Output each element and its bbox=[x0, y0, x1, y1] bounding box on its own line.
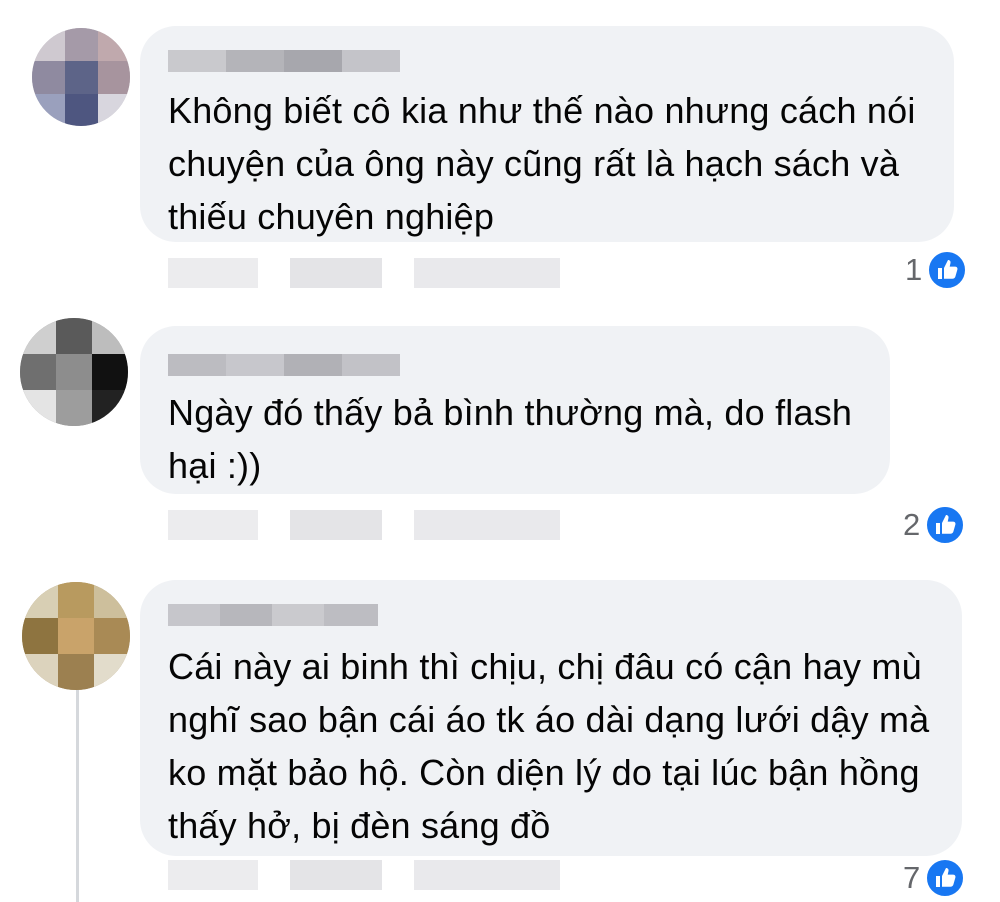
comment-text: Ngày đó thấy bả bình thường mà, do flash… bbox=[168, 392, 853, 486]
comment-actions-redacted[interactable] bbox=[168, 258, 560, 288]
like-count[interactable]: 1 bbox=[905, 250, 968, 290]
like-count[interactable]: 7 bbox=[903, 858, 966, 898]
commenter-name-redacted[interactable] bbox=[168, 354, 400, 376]
reply-thread-line bbox=[76, 690, 79, 902]
comment-actions-redacted[interactable] bbox=[168, 860, 560, 890]
comment-text: Cái này ai binh thì chịu, chị đâu có cận… bbox=[168, 646, 930, 846]
comment-actions-redacted[interactable] bbox=[168, 510, 560, 540]
comment-text: Không biết cô kia như thế nào nhưng cách… bbox=[168, 90, 916, 237]
commenter-name-redacted[interactable] bbox=[168, 50, 400, 72]
like-count[interactable]: 2 bbox=[903, 505, 966, 545]
comment-2: Ngày đó thấy bả bình thường mà, do flash… bbox=[0, 300, 1000, 570]
comment-1: Không biết cô kia như thế nào nhưng cách… bbox=[0, 0, 1000, 300]
avatar[interactable] bbox=[20, 318, 128, 426]
thumbs-up-icon bbox=[925, 858, 966, 898]
comment-3: Cái này ai binh thì chịu, chị đâu có cận… bbox=[0, 570, 1000, 902]
commenter-name-redacted[interactable] bbox=[168, 604, 378, 626]
avatar[interactable] bbox=[32, 28, 130, 126]
thumbs-up-icon bbox=[927, 250, 968, 290]
avatar[interactable] bbox=[22, 582, 130, 690]
thumbs-up-icon bbox=[925, 505, 966, 545]
